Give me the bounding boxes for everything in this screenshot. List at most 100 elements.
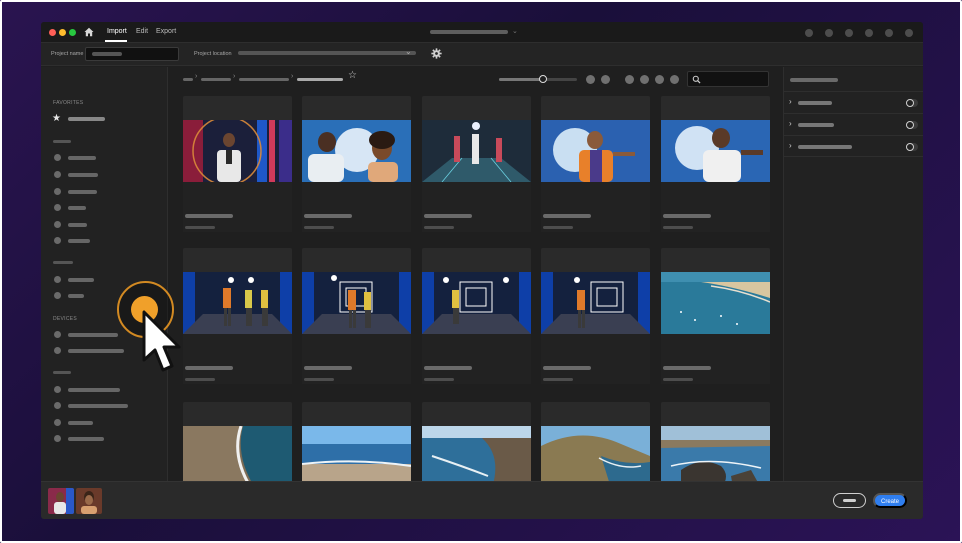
sidebar-item[interactable]: [68, 223, 87, 227]
chevron-right-icon: ›: [195, 73, 198, 80]
window-action-3[interactable]: [845, 29, 853, 37]
settings-row-label: [798, 101, 832, 105]
sidebar-item[interactable]: [68, 437, 104, 441]
chevron-down-icon[interactable]: ⌄: [405, 47, 412, 56]
clip-meta: [543, 226, 573, 229]
clip-thumbnail: [183, 272, 292, 334]
device-item[interactable]: [68, 349, 124, 353]
cancel-button[interactable]: [833, 493, 866, 508]
breadcrumb-current[interactable]: [297, 78, 343, 81]
toggle-icon[interactable]: [906, 143, 918, 151]
sidebar-item-icon: [54, 221, 61, 228]
media-clip[interactable]: [541, 248, 650, 384]
sidebar-item[interactable]: [68, 278, 94, 282]
window-action-1[interactable]: [805, 29, 813, 37]
sidebar-item[interactable]: [68, 156, 96, 160]
sidebar-item[interactable]: [68, 239, 90, 243]
breadcrumb-item[interactable]: [201, 78, 231, 81]
media-clip[interactable]: [183, 248, 292, 384]
window-action-4[interactable]: [865, 29, 873, 37]
sidebar-item-icon: [54, 204, 61, 211]
filter-button[interactable]: [655, 75, 664, 84]
tab-export[interactable]: Export: [156, 28, 176, 35]
clip-thumbnail: [541, 426, 650, 488]
clip-title: [663, 214, 711, 218]
media-browser: › › › ☆: [169, 67, 782, 519]
filter-button[interactable]: [670, 75, 679, 84]
media-clip[interactable]: [422, 96, 531, 232]
clip-title: [304, 366, 352, 370]
window-action-5[interactable]: [885, 29, 893, 37]
settings-row[interactable]: ›: [784, 91, 923, 113]
window-zoom-button[interactable]: [69, 29, 76, 36]
breadcrumb-item[interactable]: [183, 78, 193, 81]
settings-row-label: [798, 123, 834, 127]
settings-panel-title: [790, 78, 838, 82]
slider-fill: [499, 78, 542, 81]
clip-thumbnail: [183, 120, 292, 182]
gear-icon[interactable]: [431, 48, 442, 59]
window-close-button[interactable]: [49, 29, 56, 36]
breadcrumb-item[interactable]: [239, 78, 289, 81]
sidebar-item[interactable]: [68, 421, 93, 425]
toggle-icon[interactable]: [906, 99, 918, 107]
clip-thumbnail: [541, 272, 650, 334]
star-icon[interactable]: ★: [52, 114, 61, 124]
clip-thumbnail: [422, 426, 531, 488]
sidebar-item[interactable]: [68, 190, 97, 194]
filter-button[interactable]: [625, 75, 634, 84]
sidebar-item-icon: [54, 154, 61, 161]
media-clip[interactable]: [661, 248, 770, 384]
home-icon[interactable]: [84, 27, 94, 37]
create-button[interactable]: Create: [873, 493, 907, 508]
title-bar: Import Edit Export ⌄: [41, 22, 923, 43]
selected-clip-thumbnail[interactable]: [48, 488, 74, 514]
window-action-2[interactable]: [825, 29, 833, 37]
clip-thumbnail: [541, 120, 650, 182]
sidebar-item[interactable]: [68, 206, 86, 210]
clip-thumbnail: [302, 120, 411, 182]
active-tab-indicator: [105, 40, 127, 42]
sidebar-item[interactable]: [68, 404, 128, 408]
media-clip[interactable]: [183, 96, 292, 232]
sidebar-item-favorite[interactable]: [68, 117, 105, 121]
selected-clip-thumbnail[interactable]: [76, 488, 102, 514]
window-minimize-button[interactable]: [59, 29, 66, 36]
chevron-right-icon: ›: [291, 73, 294, 80]
clip-meta: [185, 226, 215, 229]
project-location-select[interactable]: [238, 51, 416, 55]
sidebar-item[interactable]: [68, 388, 120, 392]
view-option-button[interactable]: [601, 75, 610, 84]
media-clip[interactable]: [302, 96, 411, 232]
media-clip[interactable]: [302, 248, 411, 384]
clip-title: [543, 214, 591, 218]
settings-row[interactable]: ›: [784, 113, 923, 135]
settings-row[interactable]: ›: [784, 135, 923, 157]
tab-edit[interactable]: Edit: [136, 28, 148, 35]
tab-import[interactable]: Import: [107, 28, 127, 35]
slider-handle[interactable]: [539, 75, 547, 83]
clip-meta: [543, 378, 573, 381]
filter-button[interactable]: [640, 75, 649, 84]
view-option-button[interactable]: [586, 75, 595, 84]
media-clip[interactable]: [541, 96, 650, 232]
clip-thumbnail: [661, 426, 770, 488]
search-input[interactable]: [687, 71, 769, 87]
toggle-icon[interactable]: [906, 121, 918, 129]
media-clip[interactable]: [661, 96, 770, 232]
clip-thumbnail: [302, 426, 411, 488]
chevron-down-icon[interactable]: ⌄: [512, 27, 518, 35]
clip-title: [543, 366, 591, 370]
device-item[interactable]: [68, 333, 118, 337]
window-action-6[interactable]: [905, 29, 913, 37]
project-name-input[interactable]: [85, 47, 179, 61]
sidebar-item-icon: [54, 419, 61, 426]
clip-thumbnail: [302, 272, 411, 334]
device-item-icon: [54, 331, 61, 338]
chevron-right-icon: ›: [789, 141, 792, 150]
sidebar-item[interactable]: [68, 173, 98, 177]
sidebar-item[interactable]: [68, 294, 84, 298]
star-icon[interactable]: ☆: [348, 71, 357, 81]
media-clip[interactable]: [422, 248, 531, 384]
window-title[interactable]: [430, 30, 508, 34]
